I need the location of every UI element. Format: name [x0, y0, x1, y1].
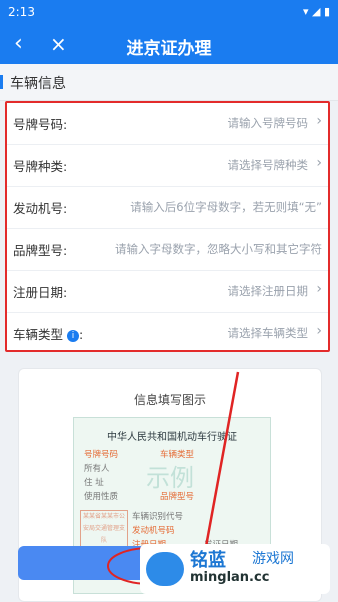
watermark-brand: 铭蓝 [190, 550, 226, 571]
annotation-arrow [107, 371, 240, 585]
site-watermark: 铭蓝 游戏网 minglan.cc [140, 544, 330, 594]
watermark-game: 游戏网 [252, 551, 294, 567]
watermark-url: minglan.cc [190, 570, 270, 585]
cloud-logo-icon [146, 552, 184, 586]
